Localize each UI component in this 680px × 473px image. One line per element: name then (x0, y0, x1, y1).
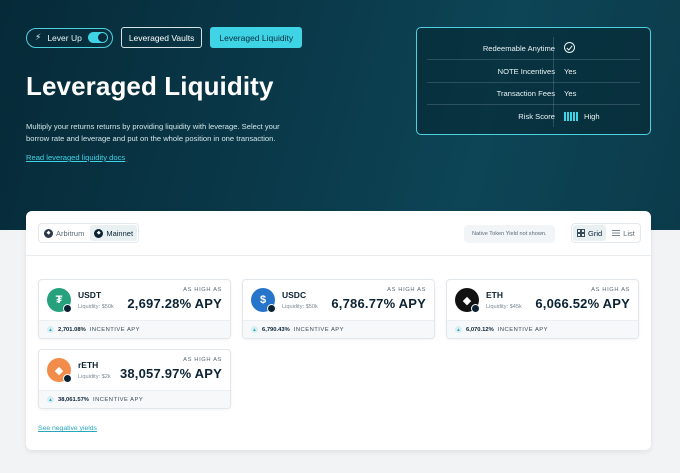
arrow-up-icon: ▲ (47, 396, 54, 403)
incentive-label: INCENTIVE APY (497, 326, 549, 333)
lever-up-label: Lever Up (47, 32, 82, 43)
check-icon (564, 42, 575, 53)
liquidity-amount: Liquidity: $45k (486, 304, 522, 310)
token-symbol: rETH (78, 360, 99, 370)
docs-link[interactable]: Read leveraged liquidity docs (26, 153, 125, 162)
info-label: Redeemable Anytime (482, 44, 555, 53)
grid-icon (577, 229, 585, 237)
bolt-icon: ⚡ (35, 32, 42, 42)
network-label: Arbitrum (56, 228, 85, 238)
lever-up-toggle[interactable]: ⚡ Lever Up (26, 27, 113, 48)
info-label: Risk Score (518, 112, 555, 121)
arbitrum-icon: ◆ (44, 228, 53, 238)
info-value: Yes (564, 67, 577, 76)
incentive-row: ▲ 6,790.43% INCENTIVE APY (243, 320, 434, 338)
network-label: Mainnet (106, 228, 134, 238)
info-row-redeemable: Redeemable Anytime (417, 37, 650, 59)
ethereum-badge-icon (267, 304, 276, 313)
negative-yields-link[interactable]: See negative yields (38, 425, 97, 432)
view-selector: Grid List (571, 223, 641, 243)
nav-leveraged-vaults[interactable]: Leveraged Vaults (120, 27, 203, 48)
liquidity-amount: Liquidity: $50k (78, 304, 114, 310)
toggle-switch[interactable] (87, 32, 108, 43)
arrow-up-icon: ▲ (47, 326, 54, 333)
view-list[interactable]: List (608, 225, 639, 241)
incentive-label: INCENTIVE APY (92, 396, 144, 403)
incentive-value: 6,790.43% (262, 326, 290, 333)
ethereum-badge-icon (63, 304, 72, 313)
liquidity-amount: Liquidity: $50k (282, 304, 318, 310)
incentive-row: ▲ 6,070.12% INCENTIVE APY (447, 320, 638, 338)
page-title: Leveraged Liquidity (26, 71, 274, 101)
incentive-value: 6,070.12% (466, 326, 494, 333)
as-high-as-label: AS HIGH AS (183, 287, 222, 293)
arrow-up-icon: ▲ (455, 326, 462, 333)
as-high-as-label: AS HIGH AS (591, 287, 630, 293)
page-description: Multiply your returns returns by providi… (26, 122, 280, 143)
list-icon (612, 230, 621, 236)
network-mainnet[interactable]: ◆ Mainnet (90, 225, 138, 241)
view-label: List (623, 228, 635, 238)
vault-card-usdt[interactable]: ₮ USDT Liquidity: $50k AS HIGH AS 2,697.… (38, 279, 231, 339)
incentive-row: ▲ 2,701.08% INCENTIVE APY (39, 320, 230, 338)
vault-card-reth[interactable]: ◆ rETH Liquidity: $2k AS HIGH AS 38,057.… (38, 349, 231, 409)
hero-banner: ⚡ Lever Up Leveraged Vaults Leveraged Li… (0, 0, 680, 230)
risk-bars-icon (564, 111, 578, 121)
view-grid[interactable]: Grid (573, 225, 607, 241)
yield-note: Native Token Yield not shown. (464, 225, 555, 243)
liquidity-amount: Liquidity: $2k (78, 374, 111, 380)
vault-card-usdc[interactable]: $ USDC Liquidity: $50k AS HIGH AS 6,786.… (242, 279, 435, 339)
network-arbitrum[interactable]: ◆ Arbitrum (40, 225, 88, 241)
token-symbol: ETH (486, 290, 503, 300)
token-symbol: USDT (78, 290, 102, 300)
info-value: Yes (564, 89, 577, 98)
token-symbol: USDC (282, 290, 307, 300)
info-label: NOTE Incentives (497, 67, 555, 76)
apy-value: 6,786.77% APY (331, 296, 426, 311)
risk-value: High (583, 112, 600, 121)
ethereum-badge-icon (471, 304, 480, 313)
apy-value: 6,066.52% APY (535, 296, 630, 311)
info-box: Redeemable Anytime NOTE Incentives Yes T… (416, 27, 651, 135)
incentive-label: INCENTIVE APY (89, 326, 141, 333)
info-row-incentives: NOTE Incentives Yes (417, 60, 650, 82)
ethereum-badge-icon (63, 374, 72, 383)
network-selector: ◆ Arbitrum ◆ Mainnet (38, 223, 140, 243)
top-nav: ⚡ Lever Up Leveraged Vaults Leveraged Li… (26, 27, 303, 48)
ethereum-icon: ◆ (94, 228, 104, 238)
incentive-row: ▲ 38,061.57% INCENTIVE APY (39, 390, 230, 408)
view-label: Grid (588, 228, 603, 238)
vault-card-eth[interactable]: ◆ ETH Liquidity: $45k AS HIGH AS 6,066.5… (446, 279, 639, 339)
info-label: Transaction Fees (496, 89, 555, 98)
vaults-panel: ◆ Arbitrum ◆ Mainnet Native Token Yield … (26, 211, 651, 450)
nav-leveraged-liquidity[interactable]: Leveraged Liquidity (210, 27, 303, 48)
as-high-as-label: AS HIGH AS (183, 357, 222, 363)
arrow-up-icon: ▲ (251, 326, 258, 333)
incentive-value: 38,061.57% (58, 396, 89, 403)
info-row-fees: Transaction Fees Yes (417, 82, 650, 104)
incentive-label: INCENTIVE APY (293, 326, 345, 333)
apy-value: 38,057.97% APY (119, 366, 222, 381)
info-row-risk: Risk Score High (417, 105, 650, 127)
as-high-as-label: AS HIGH AS (387, 287, 426, 293)
apy-value: 2,697.28% APY (127, 296, 222, 311)
incentive-value: 2,701.08% (58, 326, 86, 333)
